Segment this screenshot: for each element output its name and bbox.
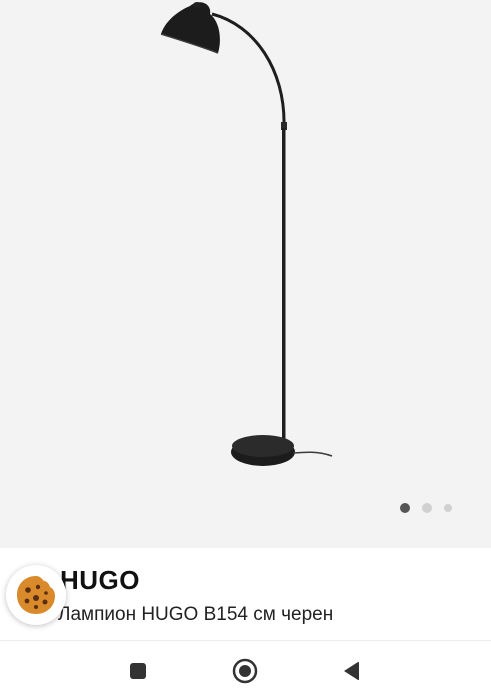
carousel-dot-1[interactable]	[400, 503, 410, 513]
system-navigation-bar	[0, 640, 491, 700]
carousel-indicator[interactable]	[400, 503, 452, 513]
square-icon	[130, 663, 146, 679]
product-title: Лампион HUGO В154 см черен	[58, 604, 334, 625]
back-button[interactable]	[337, 657, 365, 685]
triangle-back-icon	[344, 661, 359, 681]
product-page: HUGO Лампион HUGO В154 см черен	[0, 0, 491, 700]
recents-button[interactable]	[124, 657, 152, 685]
home-button[interactable]	[231, 657, 259, 685]
product-image-carousel[interactable]	[0, 0, 491, 548]
cookie-consent-button[interactable]	[6, 565, 66, 625]
carousel-dot-2[interactable]	[422, 503, 432, 513]
carousel-dot-3[interactable]	[444, 504, 452, 512]
floor-lamp-image	[160, 2, 333, 466]
circle-home-icon	[232, 658, 258, 684]
cookie-icon	[17, 576, 55, 614]
product-brand: HUGO	[60, 565, 140, 595]
